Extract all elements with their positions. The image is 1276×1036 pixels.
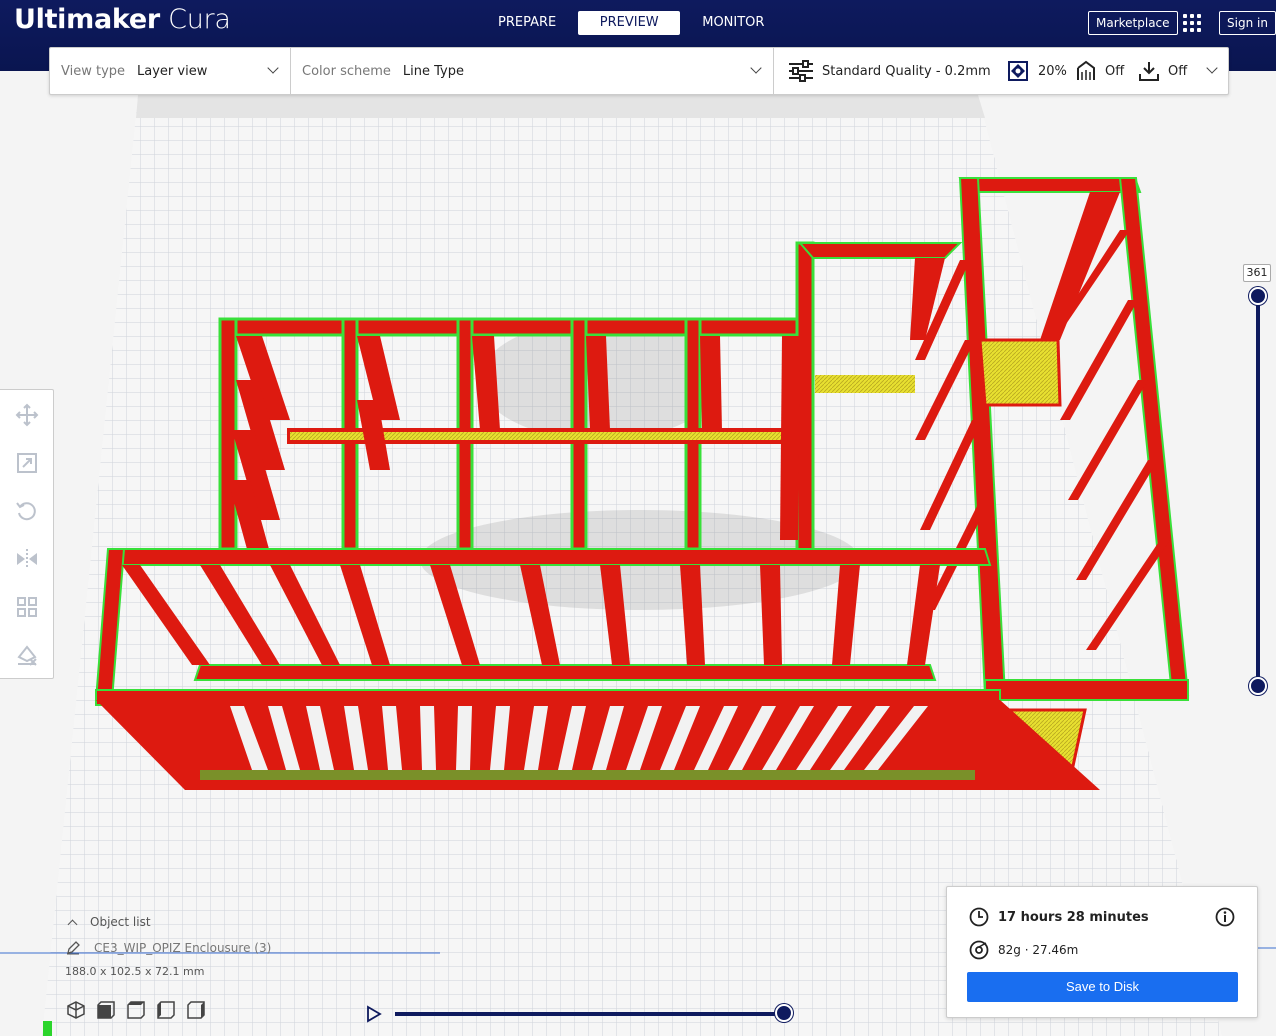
- print-summary-panel: 17 hours 28 minutes 82g · 27.46m Save to…: [946, 886, 1258, 1018]
- infill-indicator[interactable]: 20%: [1008, 48, 1067, 94]
- layer-slider-top-handle[interactable]: [1249, 287, 1267, 305]
- chevron-down-icon[interactable]: [1206, 62, 1218, 74]
- layer-slider-track[interactable]: [1256, 296, 1260, 686]
- divider: [773, 48, 774, 94]
- mirror-tool-icon[interactable]: [15, 547, 39, 571]
- 3d-view-icon[interactable]: [66, 1000, 86, 1020]
- object-list-panel: Object list CE3_WIP_OPIZ Enclousure (3) …: [60, 915, 271, 978]
- layer-number-input[interactable]: 361: [1243, 264, 1271, 282]
- tab-preview[interactable]: PREVIEW: [578, 11, 681, 35]
- color-scheme-selector[interactable]: Color scheme Line Type: [302, 48, 464, 94]
- stage-tabs: PREPARE PREVIEW MONITOR: [476, 11, 786, 35]
- chevron-up-icon: [67, 919, 78, 929]
- view-toolbar: View type Layer view Color scheme Line T…: [49, 47, 1229, 95]
- clock-icon: [969, 907, 989, 927]
- object-list-toggle[interactable]: Object list: [60, 915, 271, 929]
- tab-monitor[interactable]: MONITOR: [680, 11, 786, 35]
- brand-logo: Ultimaker Cura: [14, 4, 231, 35]
- material-row: 82g · 27.46m: [969, 940, 1078, 960]
- print-settings-selector[interactable]: Standard Quality - 0.2mm: [788, 48, 991, 94]
- support-indicator[interactable]: Off: [1075, 48, 1124, 94]
- object-name-row[interactable]: CE3_WIP_OPIZ Enclousure (3): [60, 941, 271, 955]
- divider: [290, 48, 291, 94]
- print-time-row: 17 hours 28 minutes: [969, 907, 1149, 927]
- pencil-icon: [67, 941, 80, 955]
- layer-slider-bottom-handle[interactable]: [1249, 677, 1267, 695]
- rotate-tool-icon[interactable]: [15, 499, 39, 523]
- apps-grid-icon[interactable]: [1183, 14, 1201, 32]
- marketplace-button[interactable]: Marketplace: [1088, 11, 1178, 35]
- simulation-slider-track[interactable]: [395, 1012, 785, 1016]
- chevron-down-icon: [750, 62, 762, 74]
- object-dimensions: 188.0 x 102.5 x 72.1 mm: [65, 965, 205, 978]
- tool-panel: [0, 389, 54, 679]
- infill-icon: [1008, 61, 1028, 81]
- camera-view-buttons: [66, 1000, 206, 1020]
- move-tool-icon[interactable]: [15, 403, 39, 427]
- save-to-disk-button[interactable]: Save to Disk: [967, 972, 1238, 1002]
- sliders-icon: [789, 60, 813, 82]
- top-view-icon[interactable]: [126, 1000, 146, 1020]
- left-view-icon[interactable]: [156, 1000, 176, 1020]
- support-icon: [1077, 60, 1095, 80]
- info-icon[interactable]: [1215, 907, 1235, 927]
- simulation-slider-handle[interactable]: [775, 1004, 793, 1022]
- axis-marker: [43, 1021, 52, 1036]
- chevron-down-icon: [267, 62, 279, 74]
- adhesion-icon: [1139, 62, 1159, 81]
- per-model-settings-icon[interactable]: [15, 595, 39, 619]
- view-type-selector[interactable]: View type Layer view: [61, 48, 207, 94]
- spool-icon: [969, 940, 989, 960]
- scale-tool-icon[interactable]: [15, 451, 39, 475]
- support-blocker-icon[interactable]: [15, 643, 39, 667]
- sign-in-button[interactable]: Sign in: [1219, 11, 1276, 35]
- front-view-icon[interactable]: [96, 1000, 116, 1020]
- tab-prepare[interactable]: PREPARE: [476, 11, 578, 35]
- play-icon[interactable]: [366, 1005, 382, 1023]
- adhesion-indicator[interactable]: Off: [1138, 48, 1187, 94]
- right-view-icon[interactable]: [186, 1000, 206, 1020]
